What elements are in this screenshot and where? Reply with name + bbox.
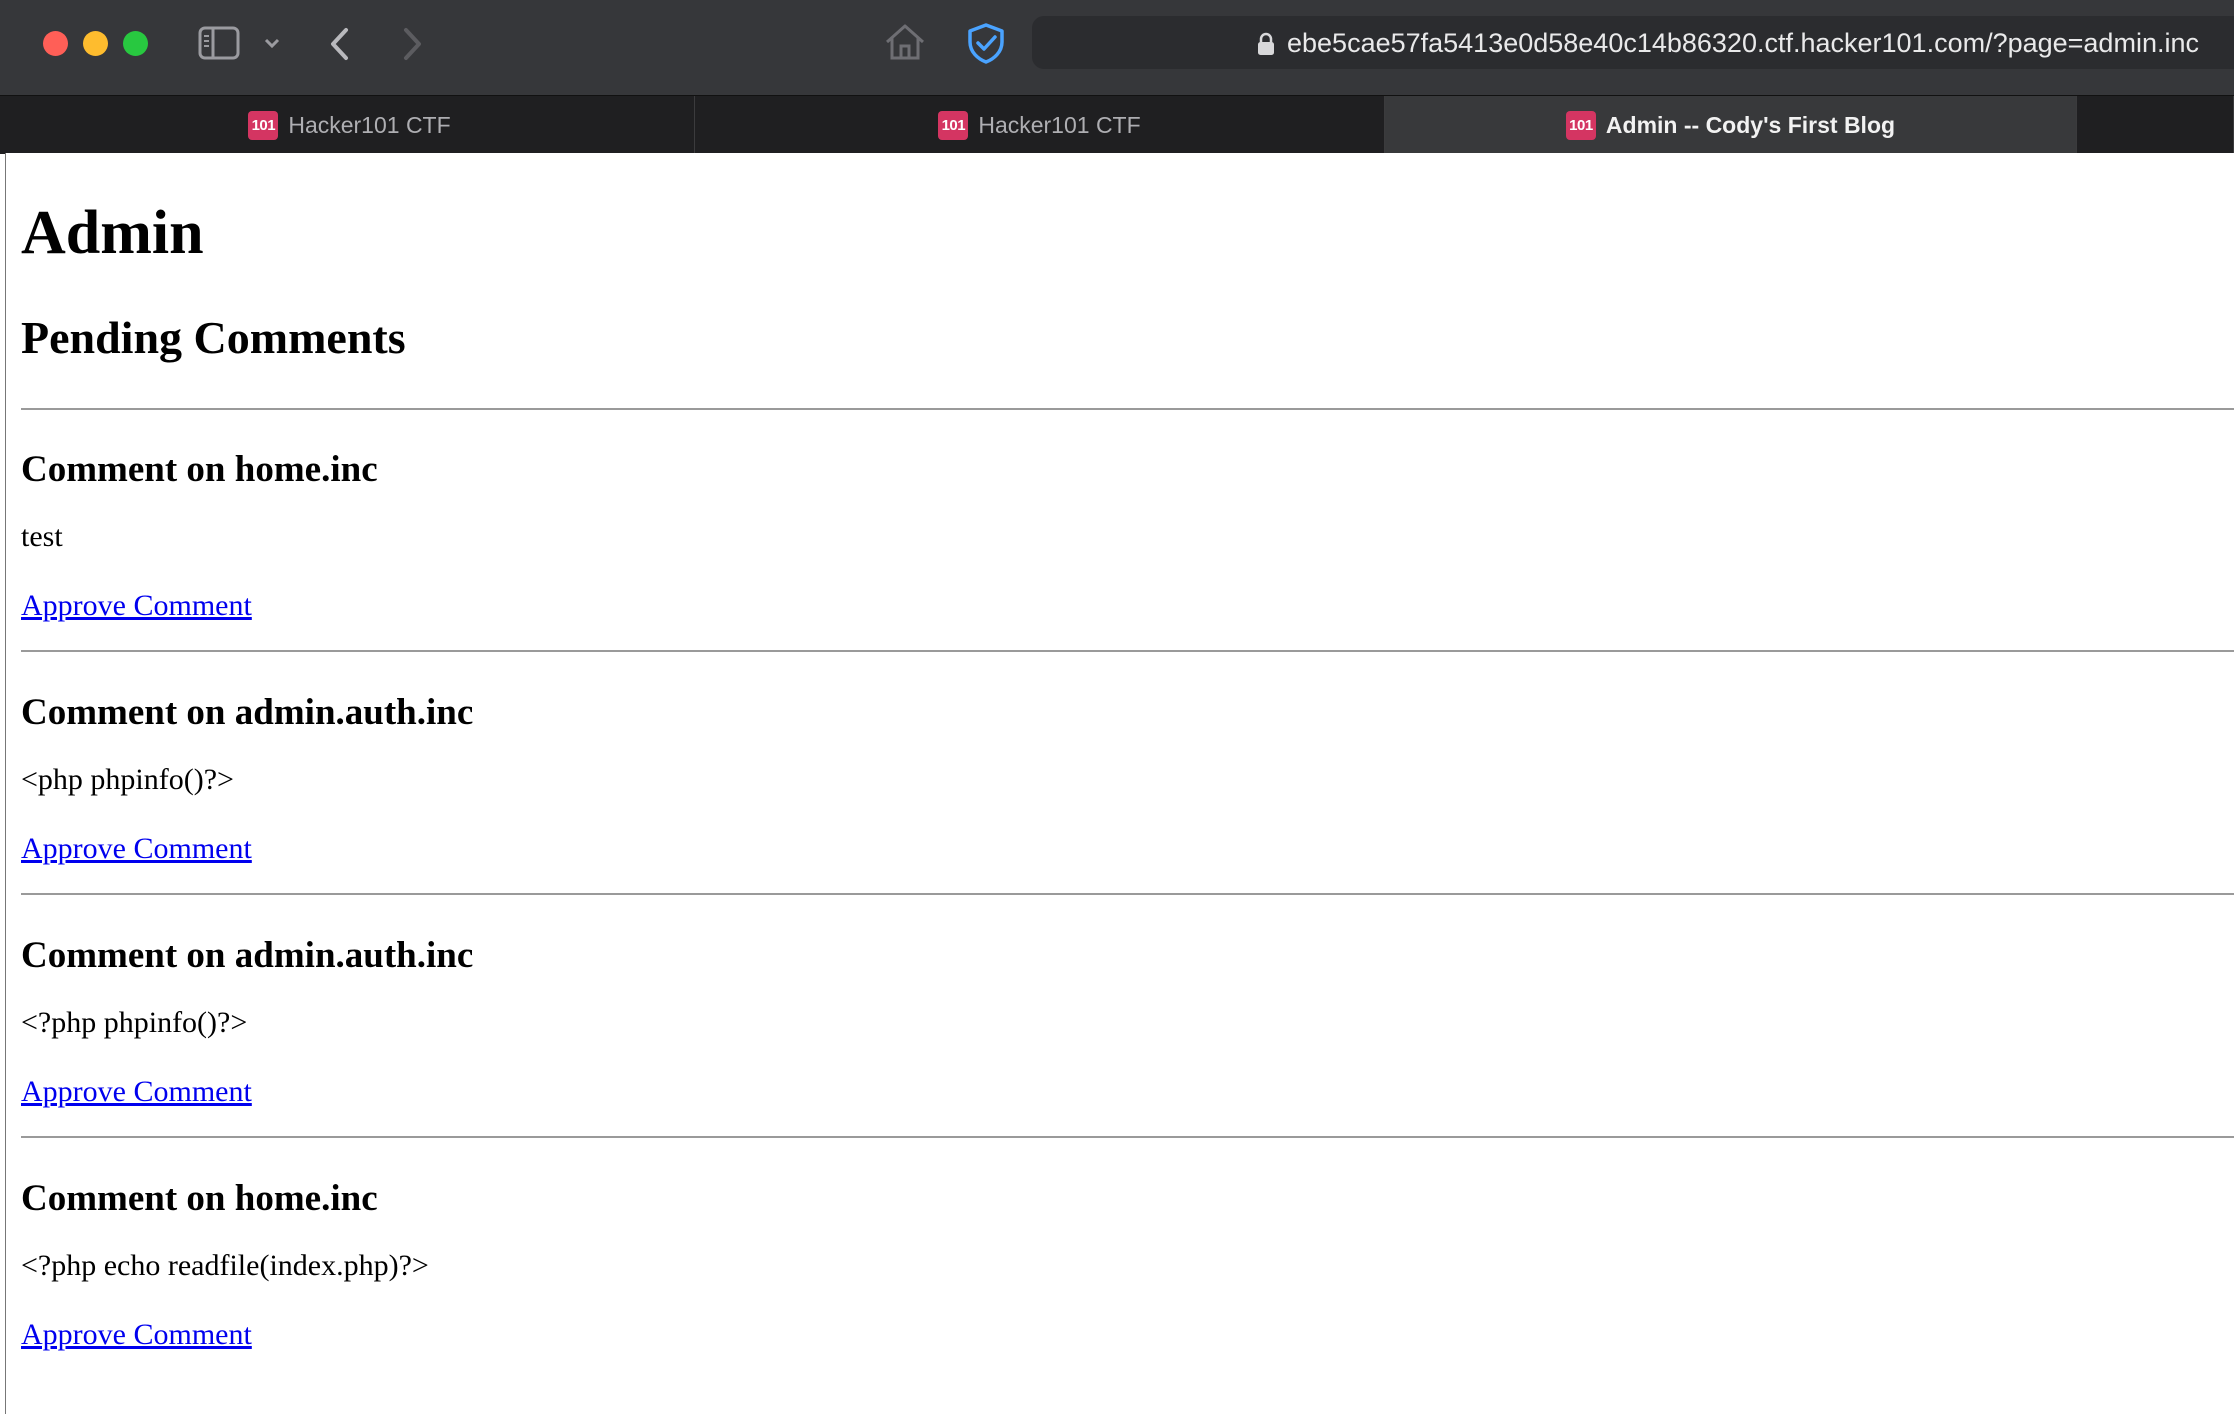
hacker101-favicon-icon: 101 xyxy=(1565,111,1596,140)
tab-hacker101-ctf-2[interactable]: 101 Hacker101 CTF xyxy=(695,96,1385,154)
hacker101-favicon-icon: 101 xyxy=(248,111,279,140)
tab-title: Hacker101 CTF xyxy=(978,112,1141,138)
tab-title: Admin -- Cody's First Blog xyxy=(1605,112,1896,138)
tab-partial[interactable] xyxy=(2077,96,2234,154)
page-viewport: Admin Pending Comments Comment on home.i… xyxy=(5,153,2234,1414)
comment-heading: Comment on admin.auth.inc xyxy=(21,692,474,733)
chevron-down-icon[interactable] xyxy=(263,36,281,50)
comment-body: <?php echo readfile(index.php)?> xyxy=(21,1249,429,1282)
approve-comment-link[interactable]: Approve Comment xyxy=(21,1074,252,1110)
tab-bar: 101 Hacker101 CTF 101 Hacker101 CTF 101 … xyxy=(0,95,2234,154)
tab-hacker101-ctf-1[interactable]: 101 Hacker101 CTF xyxy=(5,96,695,154)
pending-comments-heading: Pending Comments xyxy=(21,312,406,363)
shield-check-icon[interactable] xyxy=(966,22,1006,64)
approve-comment-link[interactable]: Approve Comment xyxy=(21,831,252,867)
comment-heading: Comment on admin.auth.inc xyxy=(21,935,474,976)
approve-comment-link[interactable]: Approve Comment xyxy=(21,1317,252,1353)
divider xyxy=(21,893,2234,895)
hacker101-favicon-icon: 101 xyxy=(938,111,969,140)
comment-body: <?php phpinfo()?> xyxy=(21,1006,248,1039)
comment-heading: Comment on home.inc xyxy=(21,449,378,490)
comment-body: <php phpinfo()?> xyxy=(21,763,234,796)
comment-body: test xyxy=(21,520,63,553)
approve-comment-link[interactable]: Approve Comment xyxy=(21,588,252,624)
divider xyxy=(21,408,2234,410)
browser-toolbar: ebe5cae57fa5413e0d58e40c14b86320.ctf.hac… xyxy=(0,0,2234,95)
close-window-button[interactable] xyxy=(43,31,68,56)
minimize-window-button[interactable] xyxy=(83,31,108,56)
page-title: Admin xyxy=(21,199,204,267)
back-arrow-icon[interactable] xyxy=(328,26,352,62)
sidebar-toggle-icon[interactable] xyxy=(198,26,240,60)
tab-admin-active[interactable]: 101 Admin -- Cody's First Blog xyxy=(1385,96,2077,154)
address-bar[interactable]: ebe5cae57fa5413e0d58e40c14b86320.ctf.hac… xyxy=(1032,16,2234,69)
divider xyxy=(21,650,2234,652)
url-text: ebe5cae57fa5413e0d58e40c14b86320.ctf.hac… xyxy=(1287,28,2199,58)
divider xyxy=(21,1136,2234,1138)
tab-title: Hacker101 CTF xyxy=(288,112,451,138)
lock-icon xyxy=(1258,32,1274,55)
forward-arrow-icon[interactable] xyxy=(400,26,424,62)
comment-heading: Comment on home.inc xyxy=(21,1178,378,1219)
zoom-window-button[interactable] xyxy=(123,31,148,56)
home-icon[interactable] xyxy=(884,22,926,62)
